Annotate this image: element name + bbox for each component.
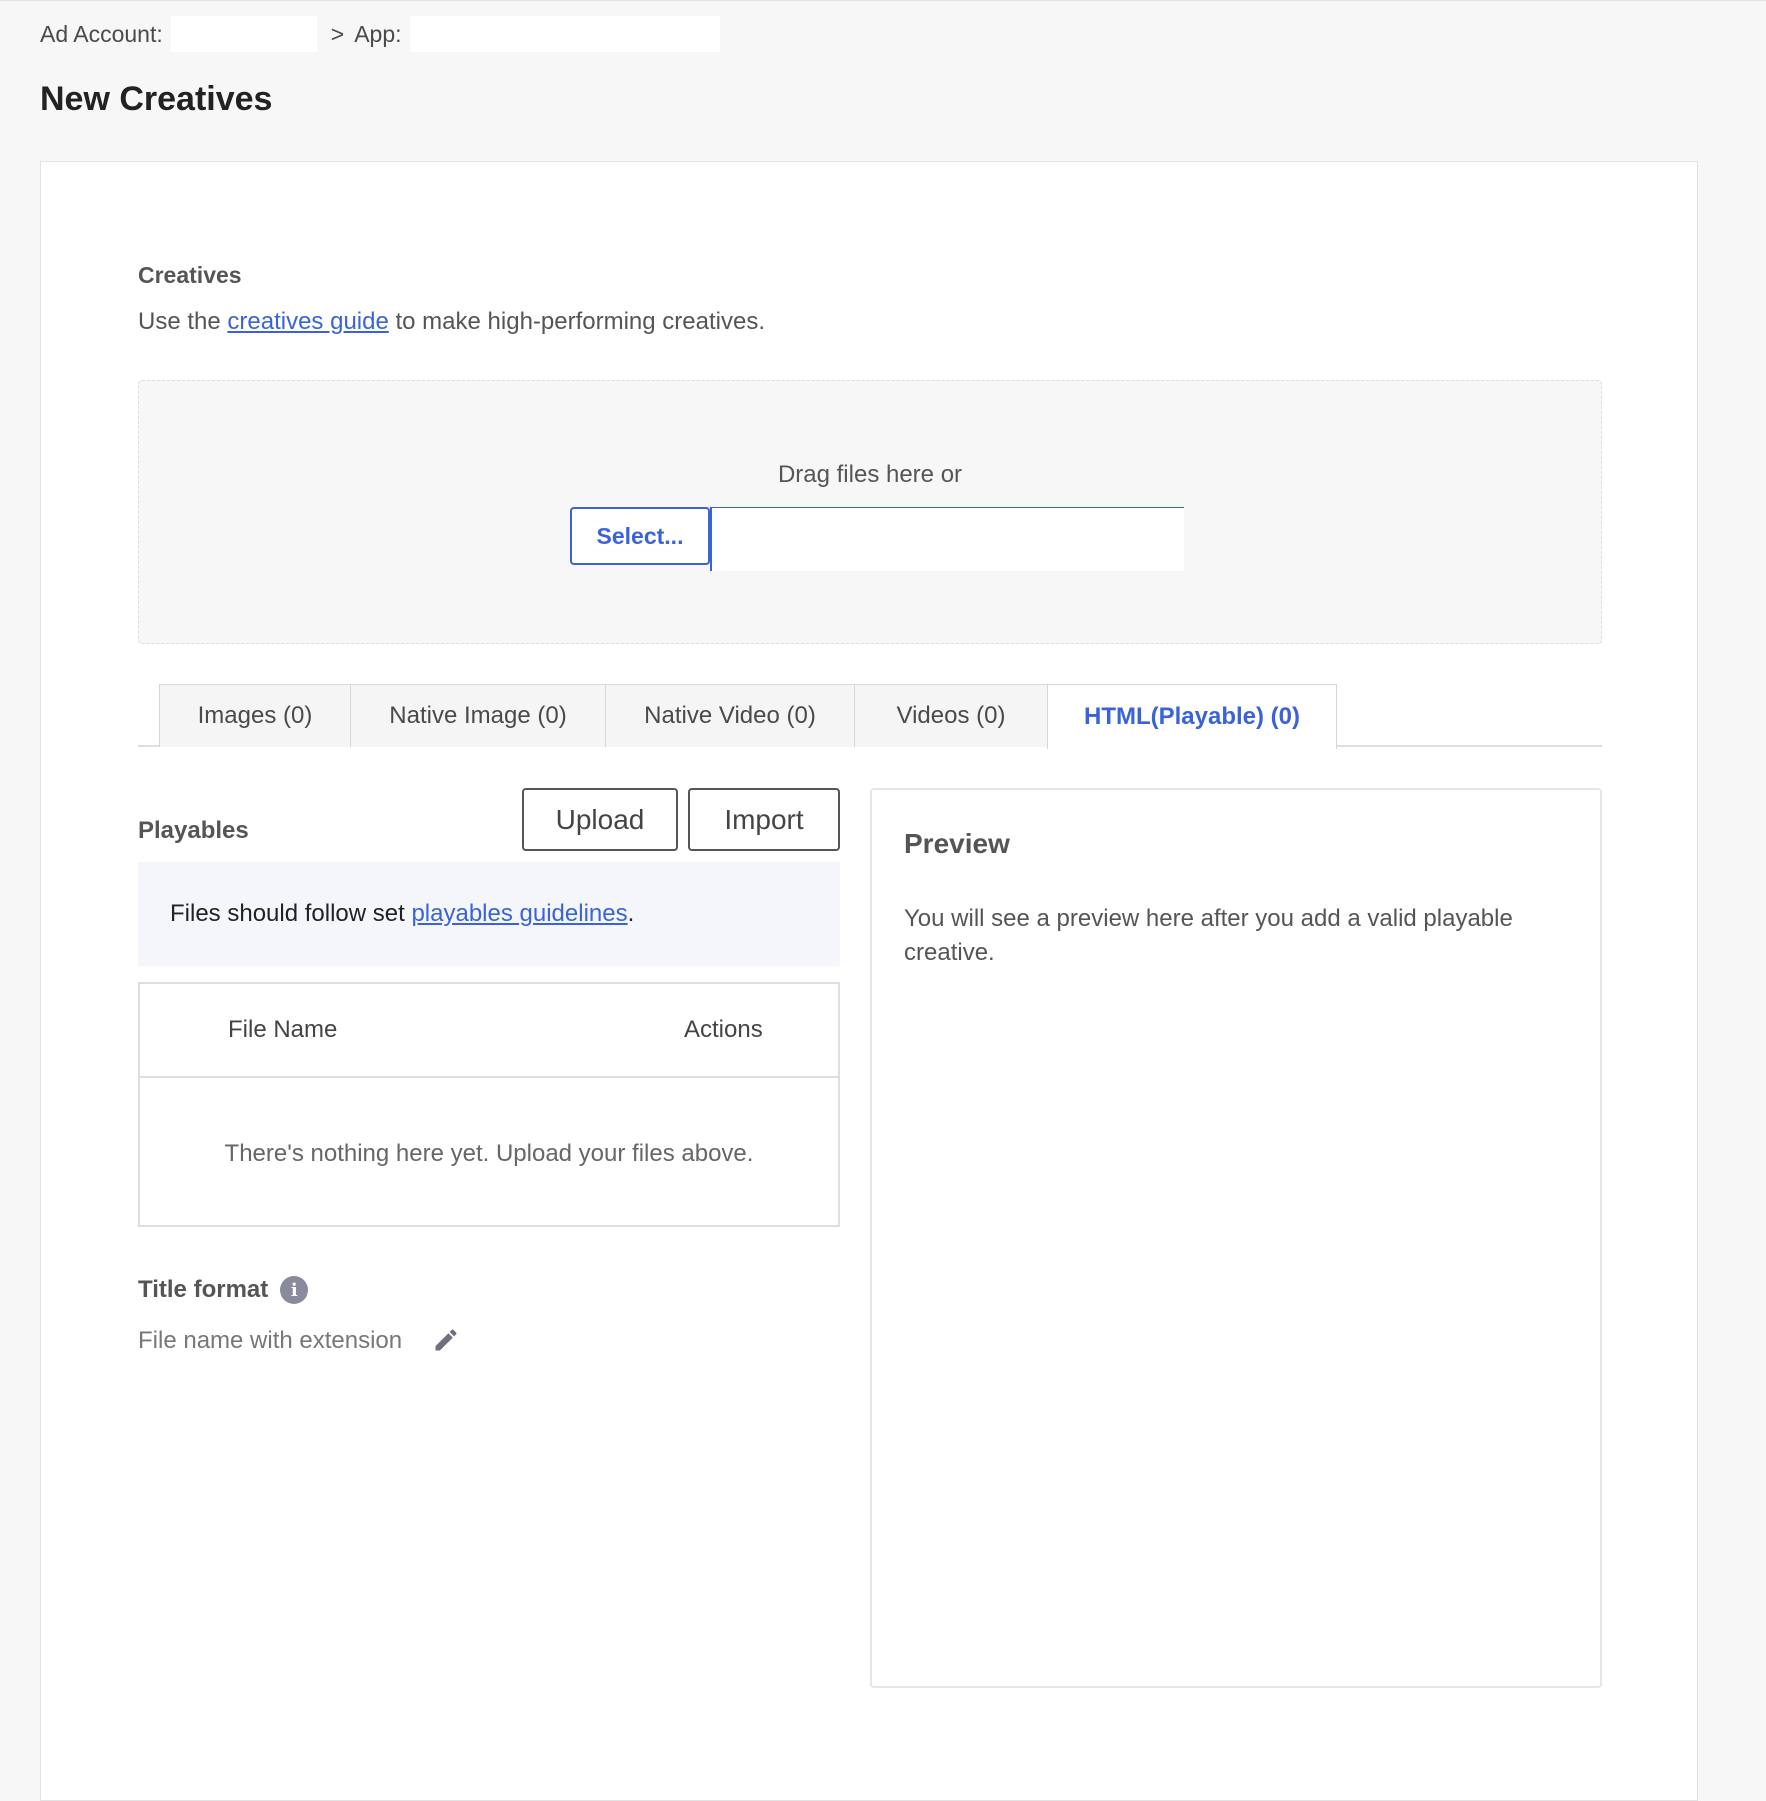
playables-guidelines-link[interactable]: playables guidelines (411, 900, 627, 928)
table-header: File Name Actions (140, 984, 838, 1078)
upload-button[interactable]: Upload (522, 788, 678, 851)
ad-account-label: Ad Account: (40, 20, 163, 47)
breadcrumb: Ad Account: > App: (40, 14, 730, 54)
selected-file-field[interactable] (710, 507, 1184, 571)
creatives-description: Use the creatives guide to make high-per… (138, 308, 765, 336)
title-format-value: File name with extension (138, 1327, 403, 1354)
files-table: File Name Actions There's nothing here y… (138, 982, 840, 1227)
dropzone-text: Drag files here or (777, 461, 963, 488)
info-icon[interactable]: i (280, 1276, 309, 1304)
tab-native-video[interactable]: Native Video (0) (605, 684, 855, 747)
breadcrumb-separator: > (330, 20, 345, 47)
creatives-desc-prefix: Use the (138, 308, 221, 335)
title-format-text: Title format (138, 1276, 269, 1303)
notice-prefix: Files should follow set (170, 900, 405, 927)
playables-guidelines-notice: Files should follow set playables guidel… (138, 862, 840, 966)
creative-type-tabs: Images (0) Native Image (0) Native Video… (138, 684, 1602, 749)
notice-suffix: . (627, 900, 635, 927)
playables-label: Playables (138, 817, 249, 844)
pencil-edit-icon[interactable] (432, 1326, 460, 1354)
title-format-label: Title format i (138, 1276, 309, 1304)
creatives-desc-suffix: to make high-performing creatives. (395, 308, 766, 335)
tab-videos[interactable]: Videos (0) (854, 684, 1048, 747)
creatives-section-label: Creatives (138, 262, 242, 288)
file-dropzone[interactable]: Drag files here or Select... (138, 380, 1602, 644)
creatives-guide-link[interactable]: creatives guide (227, 308, 388, 335)
import-button[interactable]: Import (688, 788, 840, 851)
app-label: App: (354, 20, 402, 47)
preview-description: You will see a preview here after you ad… (904, 905, 1513, 966)
preview-panel: Preview You will see a preview here afte… (870, 788, 1602, 1688)
empty-state-text: There's nothing here yet. Upload your fi… (224, 1140, 754, 1167)
tab-images[interactable]: Images (0) (159, 684, 351, 747)
top-divider (0, 0, 1766, 1)
ad-account-value[interactable] (170, 16, 317, 52)
column-file-name: File Name (228, 1016, 338, 1043)
app-value[interactable] (409, 16, 720, 52)
tab-html-playable[interactable]: HTML(Playable) (0) (1047, 684, 1337, 749)
preview-title: Preview (904, 828, 1010, 859)
select-files-button[interactable]: Select... (570, 507, 710, 565)
tab-native-image[interactable]: Native Image (0) (350, 684, 606, 747)
page-title: New Creatives (40, 80, 273, 118)
column-actions: Actions (684, 1016, 763, 1043)
